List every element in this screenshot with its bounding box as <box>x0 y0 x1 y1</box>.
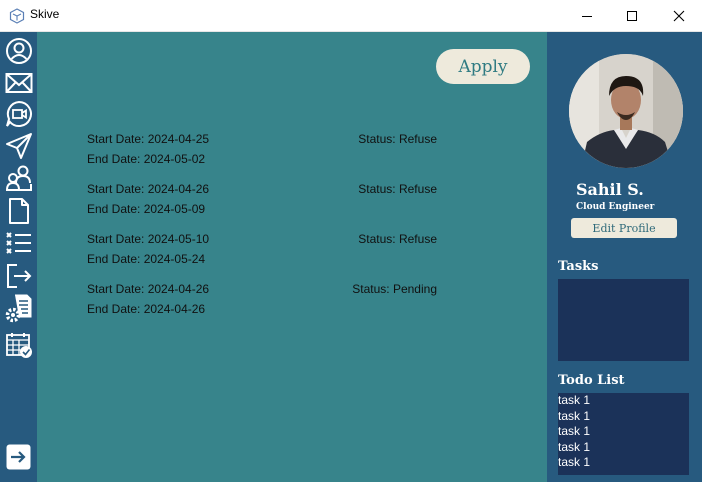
leave-request-row: Start Date: 2024-05-10 End Date: 2024-05… <box>37 232 547 272</box>
tasks-list <box>558 279 689 361</box>
maximize-button[interactable] <box>609 0 655 31</box>
mail-icon[interactable] <box>4 68 33 97</box>
minimize-button[interactable] <box>564 0 610 31</box>
sidebar <box>0 32 37 482</box>
leave-start-date: Start Date: 2024-04-25 <box>87 132 210 146</box>
leave-start-date: Start Date: 2024-04-26 <box>87 282 210 296</box>
close-icon <box>673 10 685 21</box>
leave-end-date: End Date: 2024-04-26 <box>87 302 206 316</box>
todo-item[interactable]: task 1 <box>558 455 689 471</box>
todo-item[interactable]: task 1 <box>558 393 689 409</box>
edit-profile-button[interactable]: Edit Profile <box>571 218 677 238</box>
window-title: Skive <box>30 7 60 21</box>
todo-list: task 1 task 1 task 1 task 1 task 1 <box>558 393 689 475</box>
leave-end-date: End Date: 2024-05-02 <box>87 152 206 166</box>
user-role: Cloud Engineer <box>576 202 655 212</box>
profile-panel: Sahil S. Cloud Engineer Edit Profile Tas… <box>547 32 702 482</box>
user-name: Sahil S. <box>576 180 644 199</box>
logout-icon[interactable] <box>4 261 33 290</box>
main-panel: Apply Start Date: 2024-04-25 End Date: 2… <box>37 32 547 482</box>
leave-start-date: Start Date: 2024-05-10 <box>87 232 210 246</box>
video-chat-icon[interactable] <box>4 99 33 128</box>
leave-request-row: Start Date: 2024-04-26 End Date: 2024-04… <box>37 282 547 322</box>
users-icon[interactable] <box>4 163 33 192</box>
tasks-title: Tasks <box>558 259 599 274</box>
send-icon[interactable] <box>4 131 33 160</box>
minimize-icon <box>582 15 592 17</box>
leave-request-row: Start Date: 2024-04-26 End Date: 2024-05… <box>37 182 547 222</box>
todo-title: Todo List <box>558 373 625 388</box>
todo-item[interactable]: task 1 <box>558 424 689 440</box>
todo-item[interactable]: task 1 <box>558 409 689 425</box>
profile-icon[interactable] <box>4 36 33 65</box>
app-logo-icon <box>9 8 25 24</box>
calendar-check-icon[interactable] <box>4 330 33 359</box>
avatar <box>569 54 683 168</box>
settings-document-icon[interactable] <box>4 293 33 322</box>
leave-end-date: End Date: 2024-05-09 <box>87 202 206 216</box>
apply-button[interactable]: Apply <box>436 49 530 84</box>
title-bar: Skive <box>0 0 702 32</box>
leave-status: Status: Pending <box>352 282 437 296</box>
expand-arrow-icon[interactable] <box>6 444 31 470</box>
document-icon[interactable] <box>4 196 33 225</box>
leave-status: Status: Refuse <box>358 132 437 146</box>
maximize-icon <box>627 10 637 21</box>
leave-status: Status: Refuse <box>358 232 437 246</box>
leave-status: Status: Refuse <box>358 182 437 196</box>
leave-start-date: Start Date: 2024-04-26 <box>87 182 210 196</box>
close-button[interactable] <box>656 0 702 31</box>
leave-request-row: Start Date: 2024-04-25 End Date: 2024-05… <box>37 132 547 172</box>
task-list-icon[interactable] <box>4 228 33 257</box>
todo-item[interactable]: task 1 <box>558 440 689 456</box>
leave-end-date: End Date: 2024-05-24 <box>87 252 206 266</box>
